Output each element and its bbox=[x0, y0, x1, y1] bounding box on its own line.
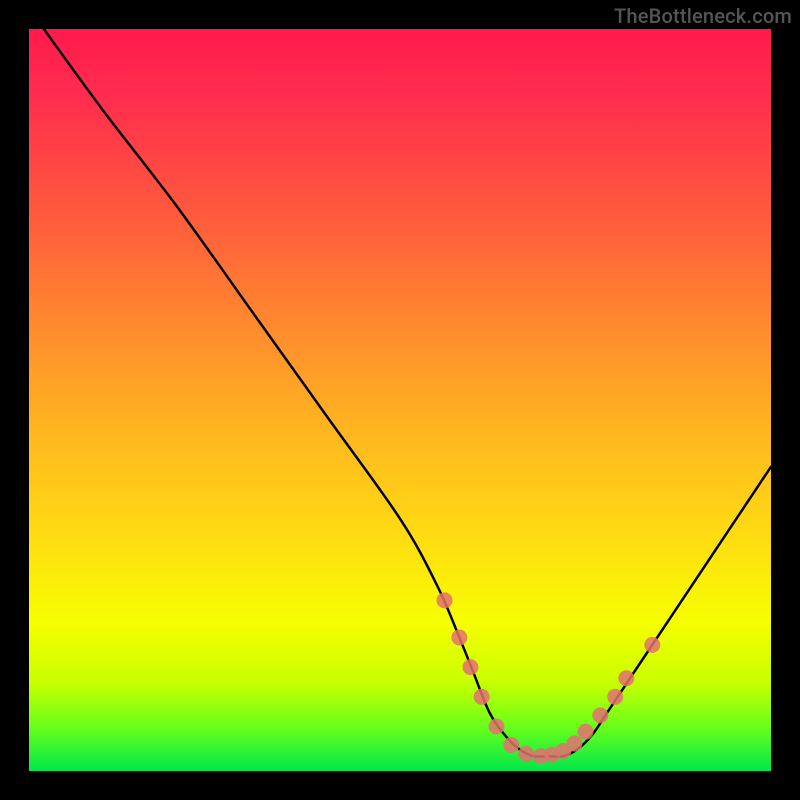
highlight-dot bbox=[451, 629, 467, 645]
highlight-dot bbox=[437, 592, 453, 608]
highlight-dot bbox=[566, 736, 582, 752]
highlight-dot bbox=[578, 724, 594, 740]
chart-svg bbox=[29, 29, 771, 771]
highlight-dot bbox=[503, 737, 519, 753]
highlight-dot bbox=[607, 689, 623, 705]
highlight-dot bbox=[518, 746, 534, 762]
chart-frame: TheBottleneck.com bbox=[0, 0, 800, 800]
curve-line bbox=[44, 29, 771, 757]
attribution-label: TheBottleneck.com bbox=[614, 4, 792, 28]
plot-area bbox=[29, 29, 771, 771]
highlight-dot bbox=[592, 707, 608, 723]
highlight-dot bbox=[644, 637, 660, 653]
highlight-dot bbox=[488, 718, 504, 734]
highlight-dots bbox=[437, 592, 661, 764]
highlight-dot bbox=[474, 689, 490, 705]
highlight-dot bbox=[462, 659, 478, 675]
highlight-dot bbox=[618, 670, 634, 686]
